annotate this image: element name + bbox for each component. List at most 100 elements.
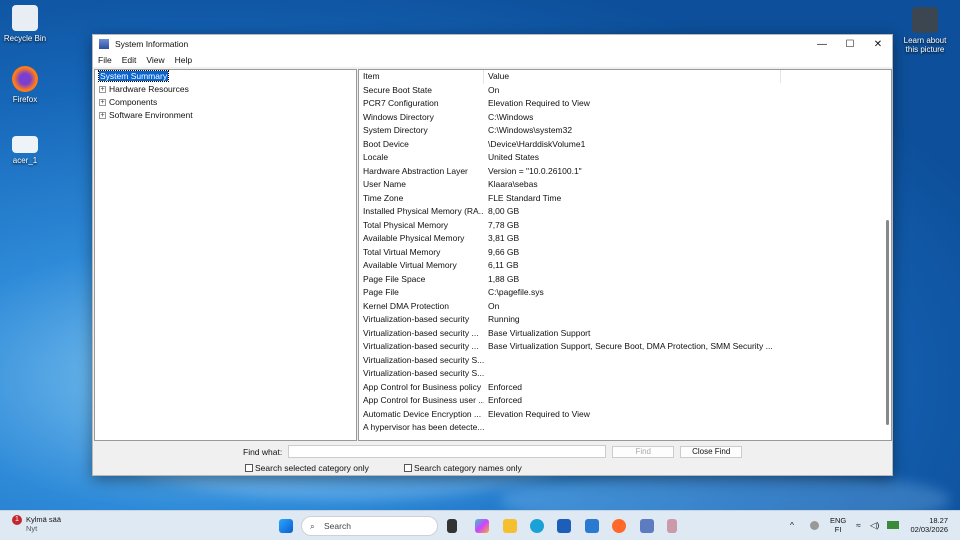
chevron-up-icon[interactable]: ^ (790, 520, 794, 530)
table-row[interactable]: System Directory C:\Windows\system32 (359, 124, 891, 138)
table-row[interactable]: Time Zone FLE Standard Time (359, 192, 891, 206)
value-cell: 8,00 GB (488, 206, 520, 216)
item-cell: Installed Physical Memory (RA... (363, 206, 484, 216)
menu-edit[interactable]: Edit (122, 55, 137, 65)
tree-label: Components (109, 97, 158, 107)
table-row[interactable]: Hardware Abstraction Layer Version = "10.… (359, 165, 891, 179)
clock[interactable]: 18.27 02/03/2026 (910, 516, 948, 534)
item-cell: Automatic Device Encryption ... (363, 408, 482, 419)
table-row[interactable]: Total Physical Memory 7,78 GB (359, 219, 891, 233)
expand-icon[interactable]: + (99, 112, 106, 119)
system-information-window: System Information — ☐ ✕ File Edit View … (92, 34, 893, 476)
table-row[interactable]: Virtualization-based security Running (359, 313, 891, 327)
table-row[interactable]: Available Physical Memory 3,81 GB (359, 232, 891, 246)
item-cell: Page File (363, 287, 399, 297)
value-cell: United States (488, 152, 540, 162)
menu-view[interactable]: View (146, 55, 164, 65)
app-taskbar-icon[interactable] (667, 519, 677, 533)
table-row[interactable]: Boot Device \Device\HarddiskVolume1 (359, 138, 891, 152)
item-cell: Virtualization-based security ... (363, 341, 479, 351)
find-bar: Find what: Find Close Find (243, 445, 743, 458)
icon-label: Learn about this picture (903, 36, 947, 54)
table-row[interactable]: A hypervisor has been detecte... (359, 421, 891, 435)
table-row[interactable]: Virtualization-based security S... (359, 354, 891, 368)
item-cell: App Control for Business policy (363, 381, 482, 392)
table-row[interactable]: Automatic Device Encryption ... Elevation… (359, 408, 891, 422)
table-row[interactable]: App Control for Business user ... Enforce… (359, 394, 891, 408)
menu-file[interactable]: File (98, 55, 112, 65)
value-cell: C:\Windows (488, 111, 534, 122)
table-row[interactable]: Installed Physical Memory (RA... 8,00 GB (359, 205, 891, 219)
column-divider[interactable] (780, 70, 781, 83)
file-explorer-icon[interactable] (503, 519, 517, 533)
language-indicator[interactable]: ENG FI (830, 516, 846, 534)
search-selected-category-checkbox[interactable]: Search selected category only (245, 463, 369, 473)
system-information-taskbar-icon[interactable] (640, 519, 654, 533)
wifi-icon[interactable]: ≈ (856, 520, 861, 530)
tree-item-components[interactable]: + Components (95, 96, 356, 109)
learn-about-picture[interactable]: Learn about this picture (900, 7, 950, 54)
item-cell: Total Physical Memory (363, 219, 449, 230)
find-input[interactable] (288, 445, 607, 458)
checkbox[interactable] (245, 464, 253, 472)
cloud-status-icon[interactable] (810, 521, 819, 530)
checkbox[interactable] (404, 464, 412, 472)
find-button[interactable]: Find (612, 445, 675, 458)
table-row[interactable]: Windows Directory C:\Windows (359, 111, 891, 125)
desktop-icon-recycle-bin[interactable]: Recycle Bin (0, 5, 50, 43)
close-button[interactable]: ✕ (864, 39, 892, 50)
start-button[interactable] (279, 519, 293, 533)
value-cell: C:\Windows\system32 (488, 125, 573, 135)
edge-icon[interactable] (530, 519, 544, 533)
maximize-button[interactable]: ☐ (836, 39, 864, 50)
volume-icon[interactable]: ◁) (870, 520, 879, 531)
table-row[interactable]: Locale United States (359, 151, 891, 165)
table-row[interactable]: Available Virtual Memory 6,11 GB (359, 259, 891, 273)
expand-icon[interactable]: + (99, 86, 106, 93)
outlook-icon[interactable] (585, 519, 599, 533)
table-row[interactable]: Page File Space 1,88 GB (359, 273, 891, 287)
item-cell: Boot Device (363, 138, 409, 149)
taskbar-search[interactable]: ⌕ Search (301, 516, 438, 536)
item-cell: Virtualization-based security S... (363, 354, 484, 365)
tree-item-hardware-resources[interactable]: + Hardware Resources (95, 83, 356, 96)
tree-item-system-summary[interactable]: System Summary (95, 70, 356, 83)
table-row[interactable]: Secure Boot State On (359, 84, 891, 98)
table-row[interactable]: Virtualization-based security ... Base Vi… (359, 340, 891, 354)
table-row[interactable]: Kernel DMA Protection On (359, 300, 891, 314)
vertical-scrollbar[interactable] (886, 220, 889, 425)
table-row[interactable]: Virtualization-based security S... (359, 367, 891, 381)
app-icon (99, 39, 109, 49)
desktop-icon-firefox[interactable]: Firefox (0, 66, 50, 104)
table-row[interactable]: Virtualization-based security ... Base Vi… (359, 327, 891, 341)
expand-icon[interactable]: + (99, 99, 106, 106)
weather-title: Kylmä sää (26, 515, 62, 524)
taskbar: 1 Kylmä sää Nyt ⌕ Search ^ ENG FI ≈ ◁) 18.2… (0, 510, 960, 540)
tree-label: Software Environment (109, 110, 193, 120)
desktop-icon-acer[interactable]: acer_1 (0, 136, 50, 165)
value-cell: 1,88 GB (488, 273, 520, 284)
copilot-icon[interactable] (475, 519, 489, 533)
table-row[interactable]: PCR7 Configuration Elevation Required to … (359, 97, 891, 111)
tree-item-software-environment[interactable]: + Software Environment (95, 109, 356, 122)
table-row[interactable]: User Name Klaara\sebas (359, 178, 891, 192)
column-header-value[interactable]: Value (484, 70, 509, 84)
battery-icon[interactable] (887, 521, 899, 529)
firefox-taskbar-icon[interactable] (612, 519, 626, 533)
value-cell: Base Virtualization Support (488, 327, 591, 338)
search-category-names-checkbox[interactable]: Search category names only (404, 463, 522, 473)
menu-help[interactable]: Help (175, 55, 192, 65)
table-row[interactable]: App Control for Business policy Enforced (359, 381, 891, 395)
store-icon[interactable] (557, 519, 571, 533)
task-view-icon[interactable] (447, 519, 457, 533)
icon-label: acer_1 (12, 156, 38, 165)
weather-widget[interactable]: 1 Kylmä sää Nyt (12, 515, 61, 533)
value-cell: \Device\HarddiskVolume1 (488, 138, 586, 149)
table-row[interactable]: Total Virtual Memory 9,66 GB (359, 246, 891, 260)
table-row[interactable]: Page File C:\pagefile.sys (359, 286, 891, 300)
column-header-item[interactable]: Item (359, 70, 484, 84)
close-find-button[interactable]: Close Find (680, 445, 743, 458)
value-cell: FLE Standard Time (488, 192, 562, 203)
item-cell: Hardware Abstraction Layer (363, 165, 468, 176)
minimize-button[interactable]: — (808, 39, 836, 50)
